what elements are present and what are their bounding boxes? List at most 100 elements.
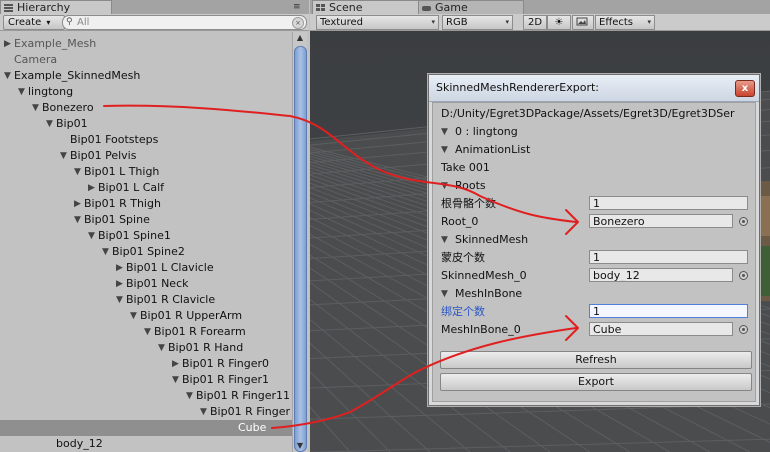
tree-item[interactable]: ▼ Bip01 L Thigh xyxy=(0,164,292,180)
triangle-down-icon: ▼ xyxy=(441,127,448,137)
tree-item[interactable]: ▼ lingtong xyxy=(0,84,292,100)
tree-item[interactable]: body_12 xyxy=(0,436,292,452)
tree-item[interactable]: ▶ Example_Mesh xyxy=(0,36,292,52)
triangle-right-icon[interactable]: ▶ xyxy=(4,36,11,52)
triangle-down-icon[interactable]: ▼ xyxy=(200,404,207,420)
audio-toggle-button[interactable] xyxy=(572,15,594,30)
triangle-down-icon[interactable]: ▼ xyxy=(102,244,109,260)
sun-icon[interactable]: ☀ xyxy=(547,15,571,30)
effects-dropdown[interactable]: Effects ▾ xyxy=(595,15,655,30)
tree-item[interactable]: ▼ Bip01 R Finger1 xyxy=(0,372,292,388)
skinned-mesh0-object-field[interactable]: body_12 xyxy=(589,268,733,282)
triangle-down-icon: ▼ xyxy=(441,289,448,299)
panel-menu-icon[interactable]: ≡ xyxy=(293,2,300,12)
tree-item[interactable]: ▼ Bip01 Spine2 xyxy=(0,244,292,260)
tree-item[interactable]: ▶ Bip01 Neck xyxy=(0,276,292,292)
create-label: Create xyxy=(8,17,42,28)
tree-item[interactable]: ▼ Bip01 Spine1 xyxy=(0,228,292,244)
tree-item[interactable]: ▼ Bip01 R Clavicle xyxy=(0,292,292,308)
root0-row: Root_0 Bonezero xyxy=(433,213,755,231)
list-icon xyxy=(4,4,13,12)
scroll-up-icon[interactable]: ▲ xyxy=(294,32,306,44)
mesh-in-bone0-object-field[interactable]: Cube xyxy=(589,322,733,336)
triangle-right-icon[interactable]: ▶ xyxy=(172,356,179,372)
triangle-down-icon[interactable]: ▼ xyxy=(88,228,95,244)
clear-search-icon[interactable]: × xyxy=(292,17,304,29)
triangle-down-icon[interactable]: ▼ xyxy=(18,84,25,100)
skin-count-field[interactable]: 1 xyxy=(589,250,748,264)
tab-scene[interactable]: Scene xyxy=(312,0,426,15)
mesh-in-bone-label: MeshInBone xyxy=(455,287,523,300)
tree-item[interactable]: ▼ Bonezero xyxy=(0,100,292,116)
hierarchy-tab-bar: Hierarchy ≡ xyxy=(0,0,309,15)
refresh-button[interactable]: Refresh xyxy=(440,351,752,369)
triangle-down-icon[interactable]: ▼ xyxy=(46,116,53,132)
export-button[interactable]: Export xyxy=(440,373,752,391)
tree-item[interactable]: ▼ Bip01 R Finger xyxy=(0,404,292,420)
shading-mode-value: Textured xyxy=(320,17,363,28)
triangle-down-icon[interactable]: ▼ xyxy=(74,212,81,228)
triangle-down-icon[interactable]: ▼ xyxy=(60,148,67,164)
triangle-down-icon: ▼ xyxy=(441,235,448,245)
tree-item[interactable]: ▼ Bip01 Pelvis xyxy=(0,148,292,164)
tree-item[interactable]: Bip01 Footsteps xyxy=(0,132,292,148)
tree-item[interactable]: ▼ Bip01 R Forearm xyxy=(0,324,292,340)
triangle-down-icon[interactable]: ▼ xyxy=(186,388,193,404)
search-input[interactable]: ⚲ All × xyxy=(62,15,307,30)
triangle-down-icon[interactable]: ▼ xyxy=(32,100,39,116)
tab-game[interactable]: Game xyxy=(418,0,524,15)
object-picker-icon[interactable] xyxy=(739,271,748,280)
triangle-right-icon[interactable]: ▶ xyxy=(116,260,123,276)
tree-item[interactable]: ▶ Bip01 L Calf xyxy=(0,180,292,196)
root-count-label: 根骨骼个数 xyxy=(441,197,496,210)
create-button[interactable]: Create ▾ xyxy=(3,15,65,30)
root-count-field[interactable]: 1 xyxy=(589,196,748,210)
tree-item[interactable]: ▼ Bip01 R UpperArm xyxy=(0,308,292,324)
tree-item[interactable]: ▼ Bip01 R Hand xyxy=(0,340,292,356)
tree-item-label: body_12 xyxy=(56,437,103,450)
tree-item[interactable]: ▶ Bip01 R Finger0 xyxy=(0,356,292,372)
bind-count-field[interactable]: 1 xyxy=(589,304,748,318)
object-picker-icon[interactable] xyxy=(739,217,748,226)
tree-item[interactable]: ▼ Bip01 xyxy=(0,116,292,132)
export-path: D:/Unity/Egret3DPackage/Assets/Egret3D/E… xyxy=(441,107,735,120)
close-button[interactable]: x xyxy=(735,80,755,97)
triangle-down-icon[interactable]: ▼ xyxy=(74,164,81,180)
triangle-down-icon[interactable]: ▼ xyxy=(158,340,165,356)
tree-item[interactable]: Cube xyxy=(0,420,292,436)
tree-item-label: Bip01 L Calf xyxy=(98,181,165,194)
foldout-skinned-mesh[interactable]: ▼ SkinnedMesh xyxy=(433,231,755,249)
triangle-down-icon[interactable]: ▼ xyxy=(4,68,11,84)
triangle-down-icon[interactable]: ▼ xyxy=(116,292,123,308)
shading-mode-dropdown[interactable]: Textured ▾ xyxy=(316,15,439,30)
triangle-down-icon: ▼ xyxy=(441,145,448,155)
triangle-right-icon[interactable]: ▶ xyxy=(88,180,95,196)
render-mode-dropdown[interactable]: RGB ▾ xyxy=(442,15,513,30)
hierarchy-scrollbar[interactable]: ▲ ▼ xyxy=(292,32,307,452)
window-title-bar[interactable]: SkinnedMeshRendererExport: x xyxy=(429,75,759,102)
scroll-down-icon[interactable]: ▼ xyxy=(294,440,306,452)
triangle-down-icon[interactable]: ▼ xyxy=(130,308,137,324)
triangle-down-icon[interactable]: ▼ xyxy=(144,324,151,340)
tree-item[interactable]: ▼ Example_SkinnedMesh xyxy=(0,68,292,84)
scrollbar-thumb[interactable] xyxy=(294,46,307,452)
root0-object-field[interactable]: Bonezero xyxy=(589,214,733,228)
tree-item-label: Example_SkinnedMesh xyxy=(14,69,141,82)
foldout-node[interactable]: ▼ 0 : lingtong xyxy=(433,123,755,141)
toggle-2d-button[interactable]: 2D xyxy=(523,15,547,30)
tab-game-label: Game xyxy=(435,1,468,14)
tab-hierarchy[interactable]: Hierarchy xyxy=(0,0,112,15)
tree-item[interactable]: ▶ Bip01 R Thigh xyxy=(0,196,292,212)
tree-item[interactable]: Camera xyxy=(0,52,292,68)
triangle-right-icon[interactable]: ▶ xyxy=(74,196,81,212)
foldout-mesh-in-bone[interactable]: ▼ MeshInBone xyxy=(433,285,755,303)
object-picker-icon[interactable] xyxy=(739,325,748,334)
foldout-animation-list[interactable]: ▼ AnimationList xyxy=(433,141,755,159)
triangle-right-icon[interactable]: ▶ xyxy=(116,276,123,292)
foldout-roots[interactable]: ▼ Roots xyxy=(433,177,755,195)
image-icon xyxy=(576,17,588,26)
tree-item[interactable]: ▼ Bip01 R Finger11 xyxy=(0,388,292,404)
triangle-down-icon[interactable]: ▼ xyxy=(172,372,179,388)
tree-item[interactable]: ▼ Bip01 Spine xyxy=(0,212,292,228)
tree-item[interactable]: ▶ Bip01 L Clavicle xyxy=(0,260,292,276)
